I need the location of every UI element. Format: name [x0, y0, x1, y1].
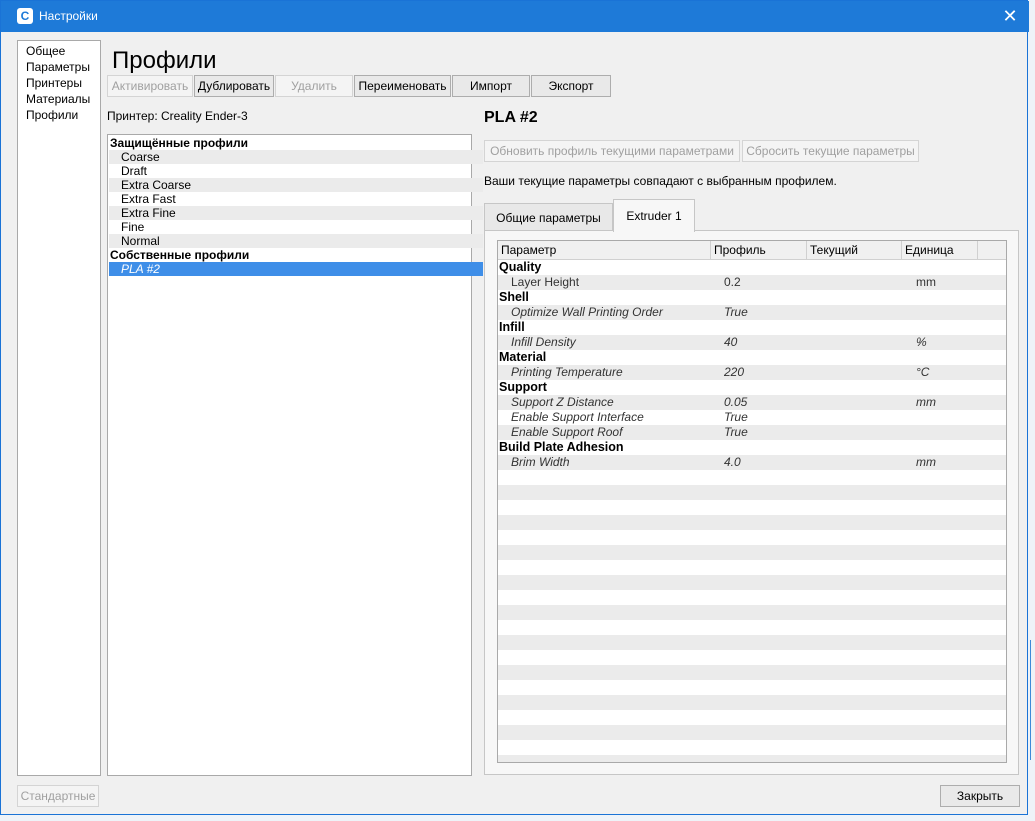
setting-profile-value: True — [724, 410, 748, 424]
tab-extruder-1[interactable]: Extruder 1 — [613, 199, 695, 232]
empty-table-row — [498, 665, 1006, 680]
preferences-dialog: C Настройки ✕ Общее Параметры Принтеры М… — [0, 0, 1029, 815]
setting-unit: mm — [916, 455, 936, 469]
nav-item-profiles[interactable]: Профили — [26, 107, 78, 123]
setting-profile-value: 220 — [724, 365, 745, 379]
settings-row[interactable]: Infill Density 40% — [498, 335, 1006, 350]
nav-item-materials[interactable]: Материалы — [26, 91, 90, 107]
settings-category-row[interactable]: Shell — [498, 290, 1006, 305]
setting-name: Enable Support Interface — [511, 410, 644, 424]
close-button[interactable]: Закрыть — [940, 785, 1020, 807]
settings-row[interactable]: Enable Support Roof True — [498, 425, 1006, 440]
settings-category-row[interactable]: Material — [498, 350, 1006, 365]
delete-button[interactable]: Удалить — [275, 75, 353, 97]
table-header: Параметр Профиль Текущий Единица — [498, 241, 1006, 260]
reset-settings-button[interactable]: Сбросить текущие параметры — [742, 140, 919, 162]
profile-item-draft[interactable]: Draft — [109, 164, 483, 178]
empty-table-row — [498, 515, 1006, 530]
rename-button[interactable]: Переименовать — [354, 75, 451, 97]
import-button[interactable]: Импорт — [452, 75, 530, 97]
protected-profiles-header: Защищённые профили — [110, 136, 249, 150]
settings-table[interactable]: Параметр Профиль Текущий Единица Quality… — [497, 240, 1007, 763]
custom-profiles-header: Собственные профили — [110, 248, 250, 262]
settings-category-row[interactable]: Support — [498, 380, 1006, 395]
nav-item-general[interactable]: Общее — [26, 43, 65, 59]
empty-table-row — [498, 635, 1006, 650]
app-logo-icon: C — [17, 8, 33, 24]
window-title: Настройки — [39, 9, 98, 23]
profile-list[interactable]: Защищённые профили Coarse Draft Extra Co… — [107, 134, 483, 776]
setting-name: Printing Temperature — [511, 365, 623, 379]
profile-item-coarse[interactable]: Coarse — [109, 150, 483, 164]
column-header-current[interactable]: Текущий — [807, 241, 902, 260]
setting-profile-value: 0.2 — [724, 275, 741, 289]
column-header-parameter[interactable]: Параметр — [498, 241, 711, 260]
viewport-backdrop-bottom — [0, 815, 1035, 821]
settings-row[interactable]: Brim Width 4.0 mm — [498, 455, 1006, 470]
empty-table-row — [498, 755, 1006, 762]
nav-item-printers[interactable]: Принтеры — [26, 75, 82, 91]
setting-profile-value: 4.0 — [724, 455, 741, 469]
settings-row[interactable]: Layer Height 0.2 mm — [498, 275, 1006, 290]
printer-label: Принтер: Creality Ender-3 — [107, 109, 248, 123]
setting-profile-value: 0.05 — [724, 395, 748, 409]
setting-profile-value: True — [724, 305, 748, 319]
column-header-unit[interactable]: Единица — [902, 241, 978, 260]
profile-item-normal[interactable]: Normal — [109, 234, 483, 248]
profile-item-extra-fast[interactable]: Extra Fast — [109, 192, 483, 206]
activate-button[interactable]: Активировать — [107, 75, 193, 97]
category-name: Quality — [499, 260, 542, 274]
update-profile-button[interactable]: Обновить профиль текущими параметрами — [484, 140, 740, 162]
setting-unit: mm — [916, 395, 936, 409]
setting-name: Enable Support Roof — [511, 425, 623, 439]
setting-unit: % — [916, 335, 927, 349]
setting-unit: mm — [916, 275, 936, 289]
tab-general-settings[interactable]: Общие параметры — [484, 203, 613, 231]
setting-profile-value: True — [724, 425, 748, 439]
category-name: Support — [499, 380, 547, 394]
settings-category-row[interactable]: Infill — [498, 320, 1006, 335]
profile-item-pla-2[interactable]: PLA #2 — [109, 262, 483, 276]
export-button[interactable]: Экспорт — [531, 75, 611, 97]
empty-table-row — [498, 545, 1006, 560]
page-title: Профили — [112, 47, 217, 74]
setting-name: Brim Width — [511, 455, 570, 469]
settings-row[interactable]: Optimize Wall Printing Order True — [498, 305, 1006, 320]
settings-row[interactable]: Printing Temperature 220 °C — [498, 365, 1006, 380]
column-header-profile[interactable]: Профиль — [711, 241, 807, 260]
setting-unit: °C — [916, 365, 930, 379]
profile-item-fine[interactable]: Fine — [109, 220, 483, 234]
category-name: Material — [499, 350, 547, 364]
preferences-nav: Общее Параметры Принтеры Материалы Профи… — [17, 40, 101, 776]
setting-profile-value: 40 — [724, 335, 738, 349]
category-name: Shell — [499, 290, 529, 304]
setting-name: Support Z Distance — [511, 395, 614, 409]
defaults-button[interactable]: Стандартные — [17, 785, 99, 807]
viewport-grid-line — [1030, 640, 1031, 760]
settings-category-row[interactable]: Build Plate Adhesion — [498, 440, 1006, 455]
setting-name: Layer Height — [511, 275, 580, 289]
empty-table-row — [498, 575, 1006, 590]
category-name: Infill — [499, 320, 525, 334]
duplicate-button[interactable]: Дублировать — [194, 75, 274, 97]
empty-table-row — [498, 605, 1006, 620]
profile-item-extra-coarse[interactable]: Extra Coarse — [109, 178, 483, 192]
setting-name: Optimize Wall Printing Order — [511, 305, 663, 319]
settings-row[interactable]: Enable Support Interface True — [498, 410, 1006, 425]
setting-name: Infill Density — [511, 335, 576, 349]
title-bar: C Настройки ✕ — [1, 1, 1029, 32]
settings-row[interactable]: Support Z Distance 0.05 mm — [498, 395, 1006, 410]
empty-table-row — [498, 695, 1006, 710]
category-name: Build Plate Adhesion — [499, 440, 624, 454]
profile-match-message: Ваши текущие параметры совпадают с выбра… — [484, 174, 837, 188]
nav-item-settings[interactable]: Параметры — [26, 59, 90, 75]
selected-profile-name: PLA #2 — [484, 109, 538, 126]
profile-item-extra-fine[interactable]: Extra Fine — [109, 206, 483, 220]
settings-category-row[interactable]: Quality — [498, 260, 1006, 275]
empty-table-row — [498, 485, 1006, 500]
close-window-icon[interactable]: ✕ — [995, 3, 1025, 30]
empty-table-row — [498, 725, 1006, 740]
